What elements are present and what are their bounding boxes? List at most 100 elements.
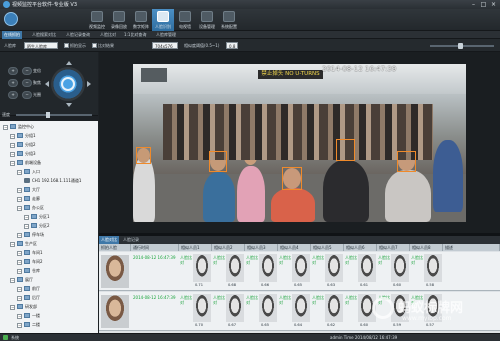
tree-node[interactable]: − 监控中心 — [3, 123, 34, 131]
tree-node[interactable]: − 分组1 — [10, 132, 36, 140]
tab-face-record-results[interactable]: 人脸记录 — [121, 236, 141, 244]
expand-toggle-icon[interactable]: − — [10, 278, 15, 283]
captured-face-image[interactable] — [101, 255, 129, 288]
toolbar-video-monitor[interactable]: 视频监控 — [86, 9, 108, 31]
ptz-down-arrow-icon[interactable] — [66, 103, 72, 107]
resolution-select[interactable]: 704x576 — [152, 42, 178, 49]
ptz-iris-close-button[interactable]: − — [22, 91, 32, 99]
minimize-button[interactable]: – — [469, 1, 478, 8]
expand-toggle-icon[interactable]: − — [3, 125, 8, 130]
tree-node[interactable]: − 分组2 — [10, 141, 36, 149]
tab-online-capture[interactable]: 在线抓拍 — [2, 31, 22, 39]
face-detection-box[interactable] — [397, 151, 416, 172]
tab-face-search[interactable]: 人脸搜索对比 — [30, 31, 58, 39]
ptz-up-arrow-icon[interactable] — [66, 61, 72, 65]
column-header[interactable]: 描述 — [443, 244, 500, 251]
tree-node[interactable]: − 走廊 — [17, 195, 40, 203]
live-video-feed[interactable] — [133, 64, 466, 222]
ptz-zoom-in-button[interactable]: + — [8, 67, 18, 75]
toolbar-tv-wall[interactable]: 电视墙 — [174, 9, 196, 31]
similar-face-image[interactable] — [391, 254, 409, 282]
expand-toggle-icon[interactable]: − — [24, 224, 29, 229]
tree-node[interactable]: − 车间2 — [17, 258, 43, 266]
similar-face-image[interactable] — [259, 254, 277, 282]
similar-face-image[interactable] — [193, 254, 211, 282]
column-header[interactable]: 相似人员8 — [410, 244, 443, 251]
tree-node[interactable]: − 大厅 — [17, 186, 40, 194]
similar-face-image[interactable] — [226, 294, 244, 322]
expand-toggle-icon[interactable]: − — [17, 296, 22, 301]
expand-toggle-icon[interactable]: − — [17, 260, 22, 265]
expand-toggle-icon[interactable]: − — [10, 242, 15, 247]
expand-toggle-icon[interactable]: − — [17, 206, 22, 211]
tree-node[interactable]: − 车间1 — [17, 249, 43, 257]
face-detection-box[interactable] — [336, 139, 355, 161]
expand-toggle-icon[interactable]: − — [17, 323, 22, 328]
column-header[interactable]: 相似人员3 — [245, 244, 278, 251]
tree-node[interactable]: − 展厅 — [10, 276, 33, 284]
tree-node[interactable]: − 分区2 — [24, 222, 50, 230]
tree-node[interactable]: CH1 192.168.1.111通道1 — [24, 177, 81, 185]
tree-node[interactable]: − 前厅 — [17, 285, 40, 293]
toolbar-matrix[interactable]: 数字矩阵 — [130, 9, 152, 31]
face-detection-box[interactable] — [136, 147, 151, 164]
ptz-right-arrow-icon[interactable] — [87, 81, 91, 87]
ptz-direction-dial[interactable] — [51, 67, 85, 101]
expand-toggle-icon[interactable]: − — [17, 170, 22, 175]
similar-face-image[interactable] — [226, 254, 244, 282]
tree-node[interactable]: − 仓库 — [17, 267, 40, 275]
expand-toggle-icon[interactable]: − — [17, 269, 22, 274]
similar-face-image[interactable] — [292, 254, 310, 282]
toolbar-system-config[interactable]: 系统配置 — [218, 9, 240, 31]
capture-display-option[interactable]: 抓拍显示 — [64, 42, 86, 49]
ptz-focus-near-button[interactable]: + — [8, 79, 18, 87]
column-header[interactable]: 相似人员4 — [278, 244, 311, 251]
ptz-left-arrow-icon[interactable] — [45, 81, 49, 87]
column-header[interactable]: 相似人员7 — [377, 244, 410, 251]
toolbar-device-manage[interactable]: 设备管理 — [196, 9, 218, 31]
ptz-speed-track[interactable] — [16, 114, 92, 116]
tab-face-library[interactable]: 人脸库管理 — [154, 31, 178, 39]
column-header[interactable]: 通行时间 — [131, 244, 179, 251]
toolbar-playback[interactable]: 录像回放 — [108, 9, 130, 31]
similar-face-image[interactable] — [358, 254, 376, 282]
similar-face-image[interactable] — [325, 254, 343, 282]
zoom-slider-handle[interactable] — [458, 43, 463, 49]
tab-face-compare-results[interactable]: 人脸对比 — [99, 236, 119, 244]
expand-toggle-icon[interactable]: − — [17, 233, 22, 238]
similar-face-image[interactable] — [424, 254, 442, 282]
maximize-button[interactable]: □ — [479, 1, 488, 8]
compare-result-option[interactable]: 比对结果 — [92, 42, 114, 49]
captured-face-image[interactable] — [101, 295, 129, 328]
tree-node[interactable]: − 分区1 — [24, 213, 50, 221]
tree-node[interactable]: − 前端设备 — [10, 159, 41, 167]
threshold-input[interactable]: 0.8 — [226, 42, 238, 49]
similar-face-image[interactable] — [193, 294, 211, 322]
tree-node[interactable]: − 研发部 — [10, 303, 37, 311]
expand-toggle-icon[interactable]: − — [17, 251, 22, 256]
ptz-iris-open-button[interactable]: + — [8, 91, 18, 99]
close-button[interactable]: × — [489, 1, 498, 8]
similar-face-image[interactable] — [259, 294, 277, 322]
tab-one-to-one[interactable]: 1:1比对查询 — [122, 31, 148, 39]
expand-toggle-icon[interactable]: − — [24, 215, 29, 220]
expand-toggle-icon[interactable]: − — [17, 197, 22, 202]
tree-node[interactable]: − 入口 — [17, 168, 40, 176]
expand-toggle-icon[interactable]: − — [10, 152, 15, 157]
expand-toggle-icon[interactable]: − — [10, 134, 15, 139]
expand-toggle-icon[interactable]: − — [10, 161, 15, 166]
expand-toggle-icon[interactable]: − — [10, 143, 15, 148]
expand-toggle-icon[interactable]: − — [17, 314, 22, 319]
ptz-focus-far-button[interactable]: − — [22, 79, 32, 87]
face-detection-box[interactable] — [282, 167, 302, 190]
ptz-speed-handle[interactable] — [46, 112, 50, 118]
tree-node[interactable]: − 生产区 — [10, 240, 37, 248]
tree-node[interactable]: − 一楼 — [17, 312, 40, 320]
column-header[interactable]: 抓拍人脸 — [99, 244, 131, 251]
similar-face-image[interactable] — [325, 294, 343, 322]
toolbar-face-recognition[interactable]: 人脸识别 — [152, 9, 174, 31]
column-header[interactable]: 相似人员5 — [311, 244, 344, 251]
tree-node[interactable]: − 分组3 — [10, 150, 36, 158]
ptz-zoom-out-button[interactable]: − — [22, 67, 32, 75]
column-header[interactable]: 相似人员2 — [212, 244, 245, 251]
